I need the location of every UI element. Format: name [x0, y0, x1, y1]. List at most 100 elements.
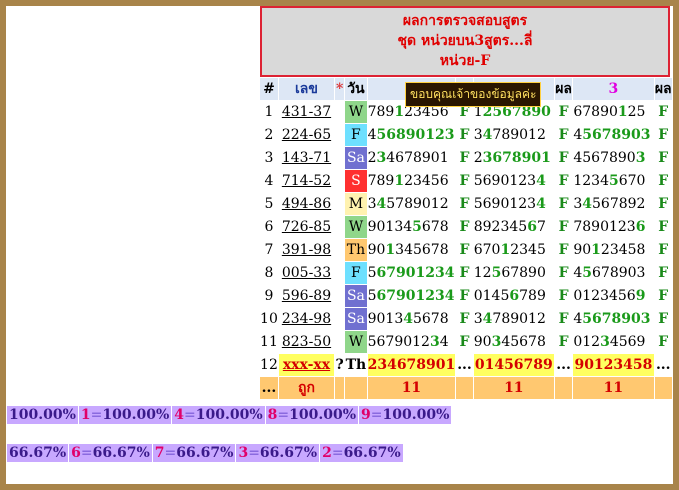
- stat-digit: 3: [238, 445, 249, 461]
- digit-segment: 4: [482, 127, 493, 143]
- digit-segment: 789: [367, 173, 395, 189]
- result-mark-1: F: [455, 146, 474, 170]
- header-title: ผลการตรวจสอบสูตร: [402, 13, 528, 29]
- digit-segment: 2345: [510, 242, 546, 258]
- count-blank: [553, 376, 574, 400]
- pred-star: ?: [334, 353, 346, 377]
- digit-segment: 4: [582, 196, 593, 212]
- pred-dots-1: ...: [455, 353, 474, 377]
- row-index: 5: [259, 192, 279, 216]
- digit-segment: 1: [385, 242, 396, 258]
- digit-group-2: 67012345: [472, 238, 555, 262]
- table-row: 5 494-86 M 345789012 F 56901234 F 34567892 F: [259, 192, 673, 216]
- row-number-link[interactable]: 431-37: [277, 100, 336, 124]
- digit-segment: 4: [573, 127, 583, 143]
- digit-segment: 2: [473, 150, 483, 166]
- result-mark-2: F: [553, 100, 574, 124]
- table-row: 8 005-33 F 567901234 F 12567890 F 45678903 F: [259, 261, 673, 285]
- result-mark-3: F: [653, 146, 673, 170]
- row-number-link[interactable]: 494-86: [277, 192, 336, 216]
- row-star: [334, 238, 346, 262]
- result-mark-3: F: [653, 284, 673, 308]
- pred-group-3: 90123458: [572, 353, 655, 377]
- stat-digit: 8: [267, 407, 278, 423]
- stat-equals: =: [184, 407, 196, 423]
- digit-segment: 4569: [609, 334, 646, 350]
- digit-group-3: 67890125: [572, 100, 655, 124]
- row-number-link[interactable]: 391-98: [277, 238, 336, 262]
- day-badge: F: [344, 261, 368, 285]
- day-badge: W: [344, 330, 368, 354]
- formula-header: ผลการตรวจสอบสูตร ชุด หน่วยบน3สูตร...ลี่ …: [260, 6, 670, 77]
- row-number-link[interactable]: 234-98: [277, 307, 336, 331]
- row-index: 4: [259, 169, 279, 193]
- stat-chip: 100.00%: [7, 406, 78, 424]
- digit-segment: 1234: [573, 173, 609, 189]
- digit-segment: 23456: [404, 173, 449, 189]
- day-badge: M: [344, 192, 368, 216]
- digit-segment: 789012: [492, 127, 546, 143]
- digit-segment: 567892: [592, 196, 646, 212]
- stat-equals: =: [370, 407, 383, 423]
- result-mark-1: F: [455, 192, 474, 216]
- stat-value: 66.67%: [9, 445, 67, 461]
- digit-segment: 678903: [592, 265, 646, 281]
- day-badge: F: [344, 123, 368, 147]
- result-mark-3: F: [653, 330, 673, 354]
- pred-index: 12: [259, 353, 279, 377]
- header-set-name: ชุด หน่วยบน3สูตร...ลี่: [397, 33, 533, 49]
- row-number-link[interactable]: 143-71: [277, 146, 336, 170]
- digit-segment: 789: [519, 288, 546, 304]
- digit-segment: 6: [527, 219, 537, 235]
- day-badge: S: [344, 169, 368, 193]
- digit-segment: 5: [367, 288, 377, 304]
- digit-segment: 789: [367, 104, 395, 120]
- stat-value: 100.00%: [289, 407, 357, 423]
- digit-segment: 3: [376, 150, 387, 166]
- stat-digit: 2: [322, 445, 332, 461]
- digit-segment: 9: [635, 288, 646, 304]
- digit-segment: 5690123: [473, 196, 537, 212]
- row-index: 8: [259, 261, 279, 285]
- stats-row-1: 100.00% 1=100.00% 4=100.00% 8=100.00% 9=100.…: [7, 406, 452, 424]
- pred-day: Th: [344, 353, 368, 377]
- count-group-1: 11: [366, 376, 457, 400]
- digit-group-1: 901345678: [366, 307, 457, 331]
- digit-segment: 6: [509, 288, 520, 304]
- result-mark-3: F: [653, 307, 673, 331]
- row-number-link[interactable]: 714-52: [277, 169, 336, 193]
- page-frame: ผลการตรวจสอบสูตร ชุด หน่วยบน3สูตร...ลี่ …: [6, 6, 673, 484]
- results-panel: ผลการตรวจสอบสูตร ชุด หน่วยบน3สูตร...ลี่ …: [259, 6, 673, 400]
- col-star: *: [334, 77, 346, 101]
- digit-segment: 4: [367, 127, 377, 143]
- row-number-link[interactable]: 224-65: [277, 123, 336, 147]
- digit-segment: 1: [394, 104, 405, 120]
- table-row: 11 823-50 W 567901234 F 90345678 F 01234569 F: [259, 330, 673, 354]
- digit-group-2: 56901234: [472, 169, 555, 193]
- stat-chip: 1=100.00%: [78, 406, 172, 424]
- digit-segment: 5789012: [386, 196, 449, 212]
- result-mark-2: F: [553, 192, 574, 216]
- digit-segment: 4: [536, 173, 546, 189]
- digit-group-1: 567901234: [366, 330, 457, 354]
- stat-value: 100.00%: [102, 407, 170, 423]
- row-number-link[interactable]: 005-33: [277, 261, 336, 285]
- table-row: 9 596-89 Sa 567901234 F 01456789 F 01234569 F: [259, 284, 673, 308]
- digit-segment: 5: [491, 265, 502, 281]
- result-mark-3: F: [653, 169, 673, 193]
- result-mark-2: F: [553, 330, 574, 354]
- digit-segment: 5678903: [582, 311, 651, 327]
- table-row: 4 714-52 S 789123456 F 56901234 F 12345670 F: [259, 169, 673, 193]
- row-star: [334, 123, 346, 147]
- col-hash: #: [259, 77, 279, 101]
- row-number-link[interactable]: 823-50: [277, 330, 336, 354]
- digit-group-2: 34789012: [472, 123, 555, 147]
- thanks-banner: ขอบคุณเจ้าของข้อมูลค่ะ: [405, 82, 542, 107]
- row-number-link[interactable]: 726-85: [277, 215, 336, 239]
- row-index: 9: [259, 284, 279, 308]
- stat-value: 100.00%: [9, 407, 76, 423]
- digit-group-1: 567901234: [366, 284, 457, 308]
- day-badge: Sa: [344, 307, 368, 331]
- row-number-link[interactable]: 596-89: [277, 284, 336, 308]
- digit-group-3: 45678903: [572, 123, 655, 147]
